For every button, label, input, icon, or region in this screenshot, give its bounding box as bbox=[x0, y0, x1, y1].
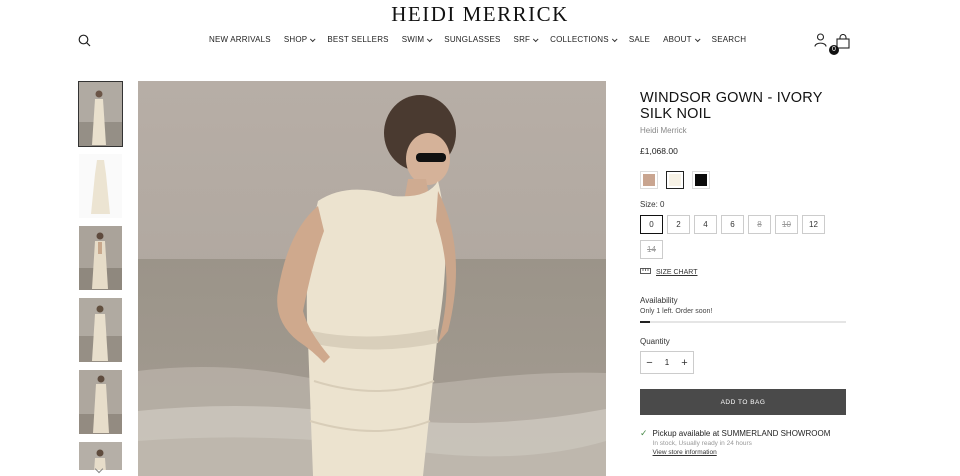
size-label: Size: 0 bbox=[640, 200, 665, 209]
nav-item-label: SEARCH bbox=[711, 35, 747, 44]
nav-item-best-sellers[interactable]: BEST SELLERS bbox=[327, 35, 388, 44]
nav-item-label: SALE bbox=[628, 35, 651, 44]
product-info: WINDSOR GOWN - IVORY SILK NOIL Heidi Mer… bbox=[640, 90, 846, 456]
thumbnail-3[interactable] bbox=[78, 225, 123, 291]
nav-item-new-arrivals[interactable]: NEW ARRIVALS bbox=[209, 35, 271, 44]
availability-label: Availability bbox=[640, 296, 678, 305]
nav-item-label: SRF bbox=[513, 35, 531, 44]
size-options: 0 2 4 6 8 10 12 14 bbox=[640, 215, 850, 259]
pickup-status: In stock, Usually ready in 24 hours bbox=[652, 440, 752, 447]
nav-item-search[interactable]: SEARCH bbox=[712, 35, 747, 44]
color-swatch-1[interactable] bbox=[640, 171, 658, 189]
user-icon[interactable] bbox=[812, 31, 828, 49]
color-swatch-2[interactable] bbox=[666, 171, 684, 189]
quantity-stepper: − 1 + bbox=[640, 351, 694, 374]
chevron-down-icon bbox=[427, 35, 433, 42]
chevron-down-icon bbox=[611, 35, 618, 42]
nav-item-about[interactable]: ABOUT bbox=[663, 35, 701, 44]
brand-logo[interactable]: HEIDI MERRICK bbox=[0, 2, 960, 27]
size-option-10[interactable]: 10 bbox=[775, 215, 798, 234]
ruler-icon bbox=[640, 268, 651, 276]
nav-item-swim[interactable]: SWIM bbox=[401, 35, 433, 44]
nav-item-label: ABOUT bbox=[663, 35, 692, 44]
nav-item-label: COLLECTIONS bbox=[550, 35, 609, 44]
swatch-color bbox=[669, 174, 681, 186]
nav-item-label: BEST SELLERS bbox=[327, 35, 389, 44]
chevron-down-icon bbox=[694, 35, 701, 42]
size-option-6[interactable]: 6 bbox=[721, 215, 744, 234]
thumbnail-2[interactable] bbox=[78, 153, 123, 219]
product-brand: Heidi Merrick bbox=[640, 126, 687, 135]
color-swatches bbox=[640, 171, 846, 189]
chevron-down-icon bbox=[533, 35, 539, 42]
size-option-8[interactable]: 8 bbox=[748, 215, 771, 234]
stock-level-fill bbox=[640, 321, 651, 323]
nav-item-shop[interactable]: SHOP bbox=[283, 35, 316, 44]
shopping-bag-icon[interactable]: 0 bbox=[829, 31, 852, 55]
check-icon: ✓ bbox=[640, 428, 648, 438]
stock-level-bar bbox=[640, 321, 846, 323]
search-icon[interactable] bbox=[76, 32, 92, 48]
size-chart-label: SIZE CHART bbox=[656, 268, 698, 276]
quantity-label: Quantity bbox=[640, 337, 670, 346]
color-swatch-3[interactable] bbox=[692, 171, 710, 189]
size-chart-link[interactable]: SIZE CHART bbox=[640, 268, 846, 276]
size-option-14[interactable]: 14 bbox=[640, 240, 663, 259]
thumbnail-4[interactable] bbox=[78, 297, 123, 363]
nav-item-srf[interactable]: SRF bbox=[513, 35, 539, 44]
size-option-12[interactable]: 12 bbox=[802, 215, 825, 234]
thumbnail-5[interactable] bbox=[78, 369, 123, 435]
availability-text: Only 1 left. Order soon! bbox=[640, 308, 713, 315]
pickup-info: ✓ Pickup available at SUMMERLAND SHOWROO… bbox=[640, 428, 846, 457]
size-option-0[interactable]: 0 bbox=[640, 215, 663, 234]
thumbnail-list bbox=[78, 81, 123, 476]
size-option-4[interactable]: 4 bbox=[694, 215, 717, 234]
add-to-bag-button[interactable]: ADD TO BAG bbox=[640, 389, 846, 415]
nav-item-sale[interactable]: SALE bbox=[629, 35, 650, 44]
thumbnail-1[interactable] bbox=[78, 81, 123, 147]
nav-item-label: NEW ARRIVALS bbox=[209, 35, 271, 44]
main-nav: NEW ARRIVALS SHOP BEST SELLERS SWIM SUNGLASS… bbox=[209, 35, 759, 44]
nav-item-sunglasses[interactable]: SUNGLASSES bbox=[444, 35, 500, 44]
bag-count-badge: 0 bbox=[829, 45, 839, 55]
store-info-link[interactable]: View store information bbox=[653, 449, 831, 456]
swatch-color bbox=[695, 174, 707, 186]
swatch-color bbox=[643, 174, 655, 186]
nav-item-label: SWIM bbox=[401, 35, 425, 44]
plus-icon[interactable]: + bbox=[676, 352, 693, 373]
quantity-value[interactable]: 1 bbox=[658, 358, 676, 367]
size-option-2[interactable]: 2 bbox=[667, 215, 690, 234]
minus-icon[interactable]: − bbox=[641, 352, 658, 373]
nav-item-label: SHOP bbox=[283, 35, 308, 44]
nav-item-collections[interactable]: COLLECTIONS bbox=[550, 35, 618, 44]
pickup-location: Pickup available at SUMMERLAND SHOWROOM bbox=[652, 429, 831, 438]
product-title: WINDSOR GOWN - IVORY SILK NOIL bbox=[640, 90, 823, 122]
chevron-down-icon bbox=[310, 35, 316, 42]
product-main-image[interactable] bbox=[138, 81, 606, 476]
product-price: £1,068.00 bbox=[640, 146, 678, 156]
nav-item-label: SUNGLASSES bbox=[444, 35, 501, 44]
